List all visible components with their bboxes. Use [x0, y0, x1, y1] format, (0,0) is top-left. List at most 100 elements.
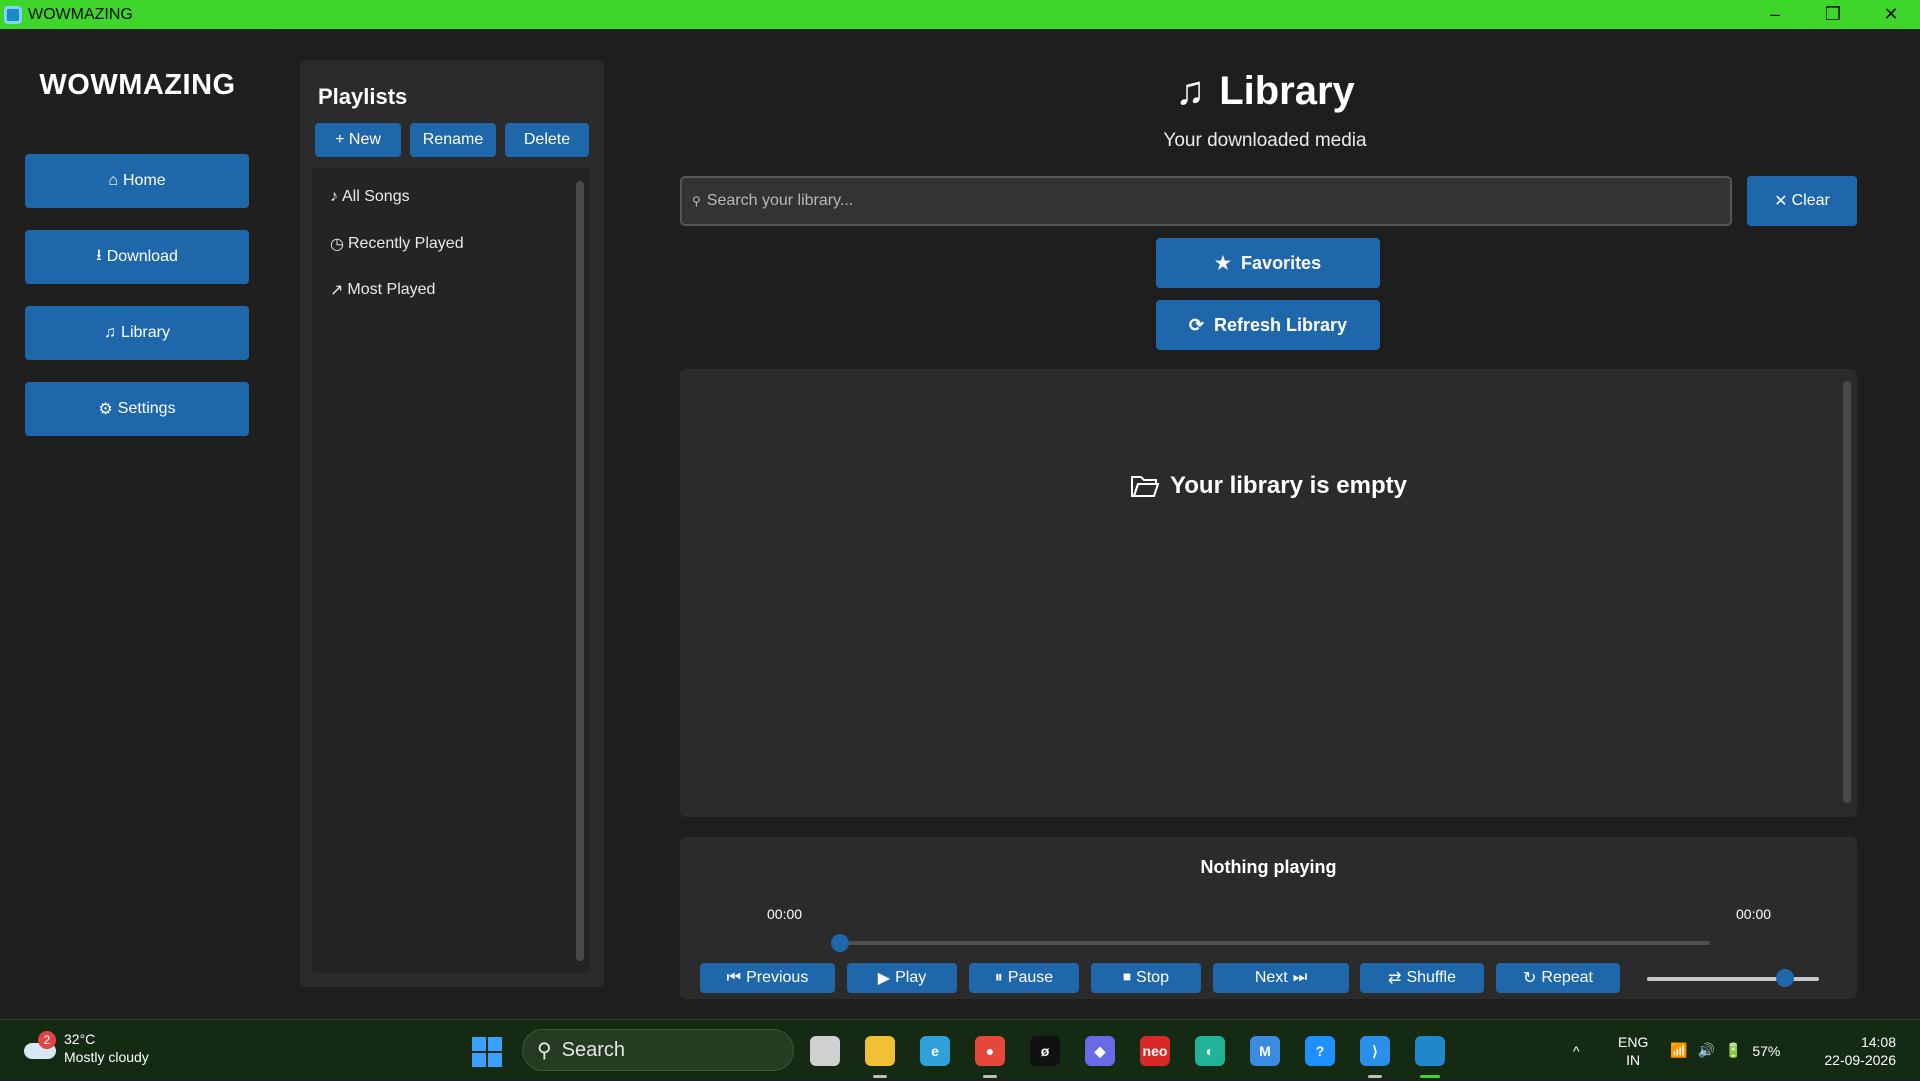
copilot-icon[interactable]: ◆ [1085, 1036, 1115, 1066]
download-icon: ⭳ [96, 246, 102, 264]
previous-button[interactable]: ⏮ Previous [700, 963, 835, 993]
shuffle-label: Shuffle [1406, 969, 1456, 986]
tray-chevron[interactable]: ^ [1573, 1020, 1580, 1081]
refresh-icon: ⟳ [1188, 314, 1205, 335]
stop-button[interactable]: ⏹ Stop [1091, 963, 1201, 993]
music-note-icon: ♫ [104, 324, 117, 341]
volume-fill [1647, 977, 1785, 981]
progress-handle[interactable] [831, 934, 849, 952]
task-view-icon[interactable] [810, 1036, 840, 1066]
app-black-icon[interactable]: ø [1030, 1036, 1060, 1066]
taskbar: 2 32°C Mostly cloudy ⚲ Search e ● ø ◆ neo ◐ M?… [0, 1019, 1920, 1080]
playlists-title: Playlists [318, 84, 408, 109]
nav-settings-label: Settings [117, 400, 176, 417]
library-title: Library [1219, 69, 1355, 113]
play-button[interactable]: ▶ Play [847, 963, 957, 993]
next-button[interactable]: Next ⏭ [1213, 963, 1349, 993]
empty-library-message: Your library is empty [680, 472, 1857, 500]
library-search-input[interactable]: ⚲ Search your library... [680, 176, 1732, 226]
pause-button[interactable]: ⏸ Pause [969, 963, 1079, 993]
clear-label: Clear [1791, 192, 1830, 209]
nav-library-button[interactable]: ♫ Library [25, 306, 249, 360]
running-indicator [1368, 1075, 1382, 1078]
playlist-item-label: All Songs [342, 188, 410, 205]
folder-open-icon [1131, 476, 1160, 497]
wifi-icon: 📶 [1670, 1042, 1688, 1058]
close-icon: ✕ [1774, 193, 1788, 210]
favorites-button[interactable]: ★ Favorites [1156, 238, 1380, 288]
battery-icon: 🔋 [1724, 1042, 1743, 1058]
title-bar: WOWMAZING – ❐ ✕ [0, 0, 1920, 29]
nav-settings-button[interactable]: ⚙ Settings [25, 382, 249, 436]
clock-time: 14:08 [1860, 1033, 1896, 1050]
clear-search-button[interactable]: ✕ Clear [1747, 176, 1857, 226]
chrome-icon[interactable]: ● [975, 1036, 1005, 1066]
window-title: WOWMAZING [28, 5, 133, 23]
maximize-button[interactable]: ❐ [1804, 0, 1862, 29]
clock[interactable]: 14:08 22-09-2026 [1818, 1020, 1896, 1081]
playlist-item-label: Most Played [347, 281, 436, 298]
clock-date: 22-09-2026 [1824, 1051, 1896, 1068]
wowmazing-app-icon[interactable] [1415, 1036, 1445, 1066]
repeat-button[interactable]: ↻ Repeat [1496, 963, 1620, 993]
star-icon: ★ [1214, 252, 1232, 273]
running-indicator [983, 1075, 997, 1078]
playlist-list: ♪ All Songs ◷ Recently Played ↗ Most Pla… [312, 168, 590, 973]
search-icon: ⚲ [692, 194, 701, 208]
clock-icon: ◷ [330, 236, 344, 253]
volume-icon: 🔊 [1697, 1042, 1715, 1058]
wave-app-icon[interactable]: ◐ [1195, 1036, 1225, 1066]
nav-home-button[interactable]: ⌂ Home [25, 154, 249, 208]
rename-playlist-button[interactable]: Rename [410, 123, 496, 157]
playlist-item-recently-played[interactable]: ◷ Recently Played [330, 234, 464, 254]
weather-condition: Mostly cloudy [64, 1049, 149, 1065]
search-icon: ⚲ [537, 1039, 552, 1062]
play-label: Play [895, 969, 927, 986]
next-label: Next [1254, 969, 1288, 986]
stop-icon: ⏹ [1123, 969, 1132, 986]
playlist-scrollbar[interactable] [576, 181, 584, 961]
library-main: ♫ Library Your downloaded media ⚲ Search… [630, 29, 1920, 1019]
previous-label: Previous [746, 969, 809, 986]
progress-track[interactable] [840, 941, 1710, 945]
vscode-icon[interactable]: ⟩ [1360, 1036, 1390, 1066]
minimize-button[interactable]: – [1746, 0, 1804, 29]
file-explorer-icon[interactable] [865, 1036, 895, 1066]
edge-icon[interactable]: e [920, 1036, 950, 1066]
skip-back-icon: ⏮ [726, 969, 742, 986]
delete-playlist-button[interactable]: Delete [505, 123, 589, 157]
play-icon: ▶ [877, 970, 891, 987]
language-indicator[interactable]: ENG IN [1618, 1020, 1648, 1081]
help-icon[interactable]: ? [1305, 1036, 1335, 1066]
weather-widget[interactable]: 2 32°C Mostly cloudy [24, 1030, 149, 1066]
volume-handle[interactable] [1775, 969, 1794, 987]
nav-library-label: Library [121, 324, 170, 341]
chevron-up-icon: ^ [1573, 1042, 1580, 1059]
library-heading: ♫ Library [630, 69, 1900, 114]
neo-icon[interactable]: neo [1140, 1036, 1170, 1066]
playlist-item-most-played[interactable]: ↗ Most Played [330, 280, 435, 300]
stop-label: Stop [1136, 969, 1169, 986]
current-time: 00:00 [767, 906, 803, 922]
gear-icon: ⚙ [98, 401, 113, 418]
refresh-library-button[interactable]: ⟳ Refresh Library [1156, 300, 1380, 350]
taskbar-search-label: Search [561, 1038, 626, 1061]
shuffle-button[interactable]: ⇄ Shuffle [1360, 963, 1484, 993]
nav-download-button[interactable]: ⭳ Download [25, 230, 249, 284]
brand-title: WOWMAZING [39, 69, 236, 101]
library-scrollbar[interactable] [1843, 381, 1851, 803]
weather-temp: 32°C [64, 1031, 96, 1047]
repeat-icon: ↻ [1523, 970, 1537, 987]
start-button[interactable] [472, 1037, 502, 1067]
home-icon: ⌂ [108, 172, 118, 189]
region-label: IN [1626, 1051, 1641, 1068]
trending-arrow-icon: ↗ [330, 282, 344, 299]
refresh-label: Refresh Library [1214, 314, 1348, 335]
new-playlist-button[interactable]: + New [315, 123, 401, 157]
playlist-item-all-songs[interactable]: ♪ All Songs [330, 188, 410, 206]
m365-icon[interactable]: M [1250, 1036, 1280, 1066]
close-button[interactable]: ✕ [1862, 0, 1920, 29]
system-status[interactable]: 📶 🔊 🔋 57% [1670, 1020, 1780, 1081]
taskbar-search[interactable]: ⚲ Search [522, 1029, 794, 1071]
pause-label: Pause [1007, 969, 1054, 986]
